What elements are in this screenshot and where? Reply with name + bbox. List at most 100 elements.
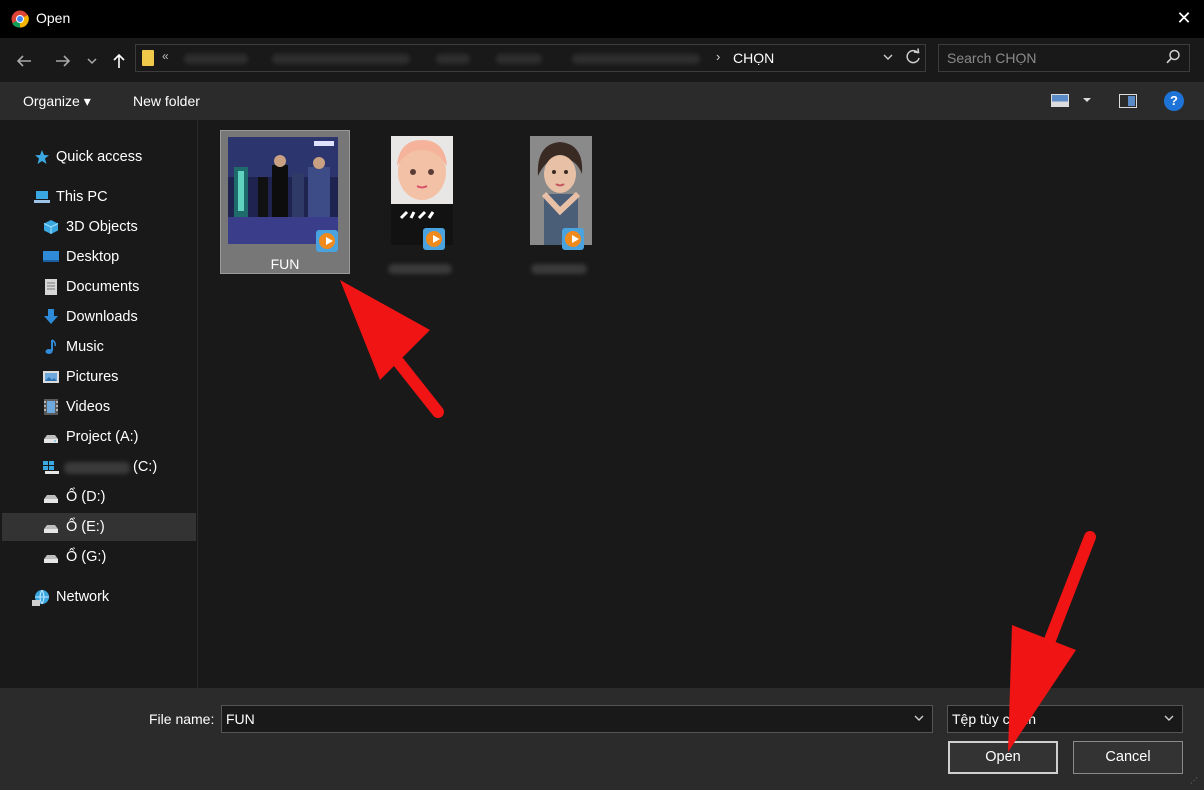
desktop-icon (43, 251, 59, 262)
search-icon[interactable] (1165, 48, 1181, 66)
file-name: FUN (270, 256, 300, 272)
videos-icon (44, 399, 58, 415)
search-box[interactable] (938, 44, 1190, 72)
back-arrow-icon[interactable] (13, 50, 35, 72)
overflow-chevron[interactable]: « (162, 49, 169, 63)
windows-drive-icon (43, 461, 59, 474)
blurred-breadcrumb (436, 54, 470, 64)
sidebar-item-g-drive[interactable]: Ổ (G:) (2, 543, 196, 571)
sidebar-label: Network (56, 589, 110, 605)
cube-icon (43, 220, 59, 234)
blurred-breadcrumb (496, 54, 542, 64)
sidebar-label: Desktop (66, 249, 120, 265)
video-thumbnail (228, 137, 338, 244)
sidebar-item-documents[interactable]: Documents (2, 273, 196, 301)
sidebar-label: (C:) (133, 459, 158, 475)
sidebar-label: Pictures (66, 369, 119, 385)
blurred-breadcrumb (184, 54, 248, 64)
resize-grip-icon[interactable]: ⋰ (1190, 776, 1198, 785)
sidebar-item-network[interactable]: Network (2, 583, 196, 611)
sidebar-item-e-drive[interactable]: Ổ (E:) (2, 513, 196, 541)
close-icon[interactable]: ✕ (1172, 6, 1196, 30)
open-button[interactable]: Open (948, 741, 1058, 774)
organize-menu[interactable]: Organize ▾ (23, 93, 91, 110)
file-item-3[interactable] (521, 130, 601, 274)
sidebar-item-c-drive[interactable]: (C:) (2, 453, 196, 481)
drive-icon (44, 495, 58, 503)
sidebar-item-quick-access[interactable]: Quick access (2, 143, 196, 171)
sidebar-item-desktop[interactable]: Desktop (2, 243, 196, 271)
address-bar[interactable]: « › CHỌN (135, 44, 926, 72)
chrome-icon (11, 10, 29, 28)
file-item-fun[interactable]: FUN (220, 130, 350, 274)
breadcrumb-separator: › (716, 49, 721, 64)
documents-icon (45, 279, 57, 295)
sidebar-item-3d-objects[interactable]: 3D Objects (2, 213, 196, 241)
star-icon (35, 150, 49, 164)
sidebar-label: Ổ (D:) (66, 489, 106, 505)
video-badge-icon (316, 230, 338, 252)
computer-icon (34, 191, 50, 203)
music-icon (45, 339, 56, 354)
sidebar-item-videos[interactable]: Videos (2, 393, 196, 421)
navigation-pane: Quick access This PC 3D Objects Desktop … (0, 120, 198, 688)
sidebar-label: 3D Objects (66, 219, 138, 235)
sidebar-item-pictures[interactable]: Pictures (2, 363, 196, 391)
sidebar-item-project-a[interactable]: Project (A:) (2, 423, 196, 451)
sidebar-label: Downloads (66, 309, 138, 325)
new-folder-button[interactable]: New folder (133, 93, 200, 109)
file-type-select[interactable]: Tệp tùy chỉnh (947, 705, 1183, 733)
file-name-label: File name: (149, 711, 215, 727)
sidebar-item-downloads[interactable]: Downloads (2, 303, 196, 331)
address-dropdown-icon[interactable] (881, 50, 895, 64)
title-bar: Open ✕ (0, 0, 1204, 38)
sidebar-label: Ổ (G:) (66, 549, 107, 565)
pictures-icon (43, 371, 59, 383)
drive-icon (44, 525, 58, 533)
preview-pane-icon[interactable] (1119, 94, 1137, 108)
file-name-input[interactable] (226, 710, 896, 728)
blurred-breadcrumb (272, 54, 410, 64)
sidebar-item-d-drive[interactable]: Ổ (D:) (2, 483, 196, 511)
view-dropdown-icon[interactable] (1081, 92, 1093, 106)
refresh-icon[interactable] (904, 47, 922, 67)
dialog-footer: File name: Tệp tùy chỉnh Open Cancel ⋰ (0, 688, 1204, 790)
file-name-combobox[interactable] (221, 705, 933, 733)
blurred-breadcrumb (572, 54, 700, 64)
sidebar-label: Videos (66, 399, 111, 415)
sidebar-label: Project (A:) (66, 429, 139, 445)
file-item-2[interactable] (382, 130, 462, 274)
window-title: Open (36, 10, 71, 26)
chevron-down-icon[interactable] (912, 711, 926, 725)
blurred-drive-name (64, 462, 130, 474)
download-icon (44, 309, 58, 324)
cancel-button[interactable]: Cancel (1073, 741, 1183, 774)
sidebar-label: Ổ (E:) (66, 519, 105, 535)
up-arrow-icon[interactable] (108, 50, 130, 72)
address-row: « › CHỌN (0, 38, 1204, 82)
breadcrumb-current[interactable]: CHỌN (733, 50, 774, 66)
folder-icon (142, 50, 154, 66)
video-badge-icon (423, 228, 445, 250)
search-input[interactable] (947, 49, 1157, 67)
sidebar-label: This PC (56, 189, 108, 205)
blurred-file-name (531, 264, 587, 274)
file-list: FUN (199, 120, 1204, 688)
sidebar-item-music[interactable]: Music (2, 333, 196, 361)
video-badge-icon (562, 228, 584, 250)
change-view-icon[interactable] (1051, 94, 1069, 107)
file-type-value: Tệp tùy chỉnh (952, 711, 1037, 727)
sidebar-label: Quick access (56, 149, 143, 165)
forward-arrow-icon[interactable] (52, 50, 74, 72)
sidebar-label: Documents (66, 279, 140, 295)
sidebar-label: Music (66, 339, 104, 355)
network-icon (32, 589, 49, 606)
chevron-down-icon[interactable] (1162, 711, 1176, 725)
command-bar: Organize ▾ New folder ? (0, 82, 1204, 120)
drive-icon (44, 555, 58, 563)
recent-locations-chevron-icon[interactable] (83, 50, 101, 72)
sidebar-item-this-pc[interactable]: This PC (2, 183, 196, 211)
drive-icon (44, 435, 58, 443)
blurred-file-name (388, 264, 452, 274)
help-icon[interactable]: ? (1164, 91, 1184, 111)
